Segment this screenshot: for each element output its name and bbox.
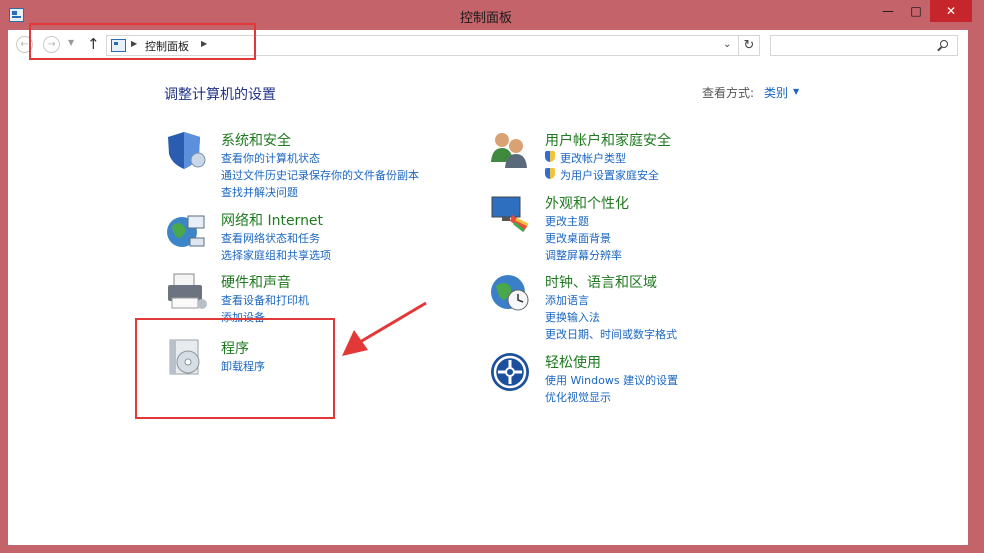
category-link[interactable]: 查看网络状态和任务 [221,230,320,246]
category-link[interactable]: 为用户设置家庭安全 [545,167,659,183]
network-globe-icon [167,215,205,247]
programs-highlight [135,318,335,419]
category-link[interactable]: 更改主题 [545,213,589,229]
monitor-palette-icon [491,196,529,233]
printer-icon [168,273,207,309]
category-link[interactable]: 优化视觉显示 [545,389,611,405]
category-title[interactable]: 用户帐户和家庭安全 [545,130,671,150]
red-arrow-icon [342,301,427,356]
users-icon [491,133,527,168]
chevron-down-icon[interactable]: ▼ [793,87,799,96]
category-link[interactable]: 更改日期、时间或数字格式 [545,326,677,342]
category-link[interactable]: 更改桌面背景 [545,230,611,246]
page-title: 调整计算机的设置 [164,87,276,103]
category-link[interactable]: 调整屏幕分辨率 [545,247,622,263]
maximize-button[interactable]: □ [902,0,930,22]
ease-of-access-icon [491,353,529,391]
view-by-dropdown[interactable]: 类别 [764,84,788,101]
category-title[interactable]: 时钟、语言和区域 [545,272,657,292]
minimize-button[interactable]: — [874,0,902,22]
refresh-button[interactable]: ↻ [739,35,760,56]
shield-icon [168,132,206,169]
close-button[interactable]: ✕ [930,0,972,22]
category-link[interactable]: 查看设备和打印机 [221,292,309,308]
category-link[interactable]: 更换输入法 [545,309,600,325]
category-link[interactable]: 查找并解决问题 [221,184,298,200]
control-panel-content: ← → ▼ ↑ ▶ 控制面板 ▶ ⌄ ↻ 调整计算机的设置 查看方式: 类别 ▼ [8,30,968,545]
category-title[interactable]: 系统和安全 [221,130,291,150]
control-panel-window: 控制面板 — □ ✕ ← → ▼ ↑ ▶ 控制面板 ▶ ⌄ ↻ 调整计算机的设置… [0,0,972,553]
category-title[interactable]: 外观和个性化 [545,193,629,213]
category-link[interactable]: 查看你的计算机状态 [221,150,320,166]
category-link[interactable]: 添加语言 [545,292,589,308]
address-dropdown-icon[interactable]: ⌄ [723,39,731,50]
category-title[interactable]: 轻松使用 [545,352,601,372]
search-box[interactable] [770,35,958,56]
category-link[interactable]: 通过文件历史记录保存你的文件备份副本 [221,167,419,183]
search-icon[interactable] [940,40,948,48]
address-bar-highlight [29,23,256,60]
view-by-label: 查看方式: [702,86,755,100]
category-link[interactable]: 使用 Windows 建议的设置 [545,372,678,388]
category-link[interactable]: 选择家庭组和共享选项 [221,247,331,263]
category-title[interactable]: 网络和 Internet [221,210,323,230]
category-title[interactable]: 硬件和声音 [221,272,291,292]
clock-globe-icon [491,275,529,311]
category-link[interactable]: 更改帐户类型 [545,150,626,166]
search-input[interactable] [775,38,933,53]
